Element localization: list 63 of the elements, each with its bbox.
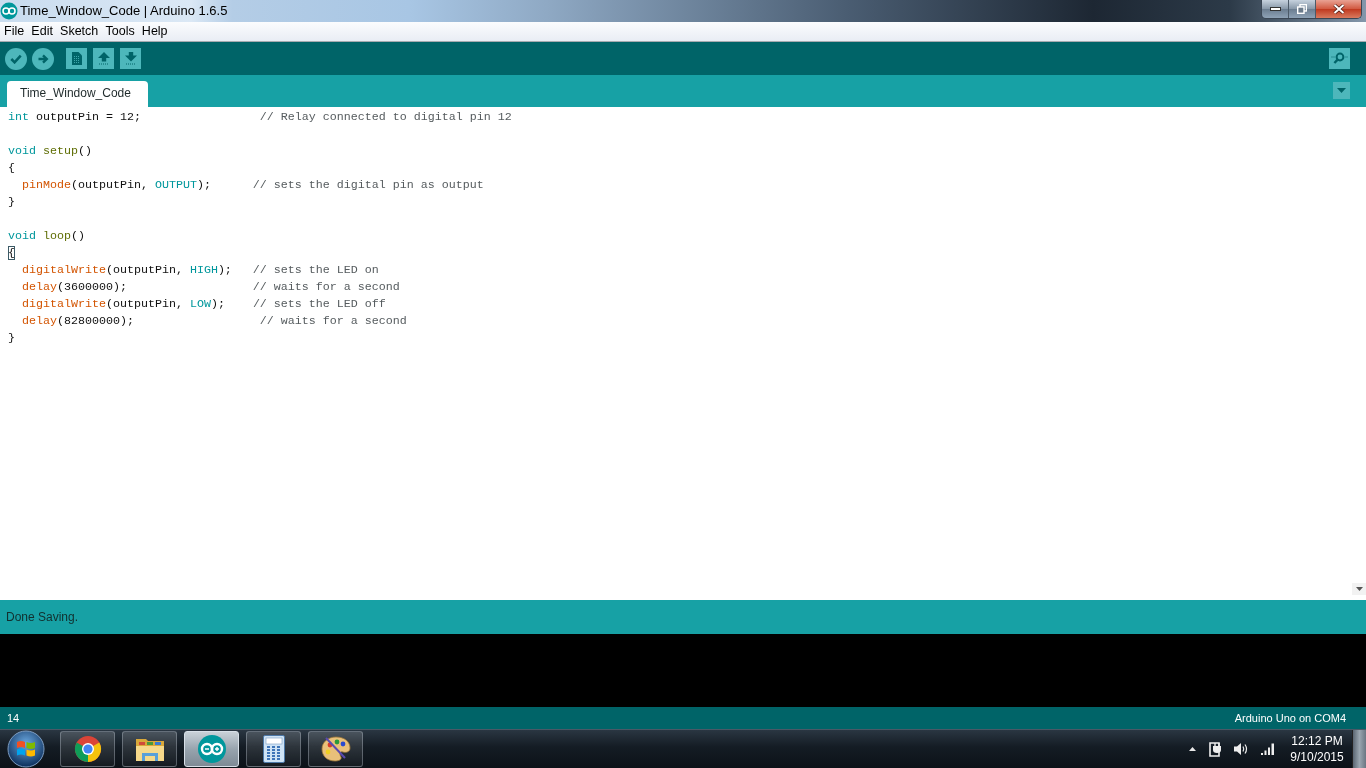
window-title: Time_Window_Code | Arduino 1.6.5 [20,2,228,20]
code-line: delay(82800000); // waits for a second [22,314,407,328]
calculator-icon [262,735,285,763]
browser-icon [73,735,102,763]
code-line: { [8,246,15,260]
checkmark-icon [10,53,22,64]
folder-icon [134,736,165,762]
upload-button[interactable] [32,47,54,70]
verify-button[interactable] [5,47,27,70]
code-line: delay(3600000); // waits for a second [22,280,400,294]
right-arrow-icon [37,53,49,64]
menu-item[interactable]: Help [138,22,172,41]
start-orb-icon [7,730,45,768]
save-button[interactable] [120,48,141,69]
code-line: digitalWrite(outputPin, LOW); // sets the LED off [22,297,386,311]
clock-date[interactable]: 9/10/2015 [1290,749,1344,765]
start-button[interactable] [7,730,45,768]
tab-menu-button[interactable] [1333,82,1350,99]
code-line: } [8,195,15,209]
code-line: digitalWrite(outputPin, HIGH); // sets the LED on [22,263,379,277]
menu-item[interactable]: Tools [101,22,139,41]
code-line: void loop() [8,229,85,243]
line-number: 14 [7,712,20,724]
menu-item[interactable]: Edit [27,22,57,41]
magnifier-icon [1331,52,1348,65]
infinity-logo-icon [196,734,227,764]
new-button[interactable] [66,48,87,69]
taskbar-button[interactable] [60,731,115,767]
code-line: } [8,331,15,345]
minimize-icon [1269,7,1281,11]
show-desktop-button[interactable] [1352,730,1366,768]
restore-button[interactable] [1289,0,1316,18]
down-caret-icon [1355,587,1363,591]
speaker-icon[interactable] [1234,742,1249,756]
code-line: { [8,161,15,175]
menu-item[interactable]: File [0,22,28,41]
restore-icon [1297,4,1307,14]
power-plug-icon[interactable] [1209,741,1222,757]
taskbar-button[interactable] [308,731,363,767]
tab[interactable]: Time_Window_Code [7,81,148,107]
caret-icon [1337,88,1346,93]
code-line: void setup() [8,144,92,158]
palette-icon [320,736,351,762]
close-button[interactable] [1316,0,1361,18]
open-button[interactable] [93,48,114,69]
taskbar-button[interactable] [122,731,177,767]
close-icon [1332,4,1345,14]
minimize-button[interactable] [1262,0,1289,18]
clock-time[interactable]: 12:12 PM [1291,733,1343,749]
down-arrow-icon [124,52,137,65]
scroll-down-button[interactable] [1352,583,1366,595]
serial-monitor-button[interactable] [1329,48,1350,69]
up-arrow-icon [97,52,110,65]
document-icon [71,52,82,65]
menu-item[interactable]: Sketch [56,22,102,41]
code-line: pinMode(outputPin, OUTPUT); // sets the digital pin as output [22,178,484,192]
up-triangle-icon [1188,747,1196,751]
code-line: int outputPin = 12; // Relay connected to digital pin 12 [8,110,512,124]
taskbar-button[interactable] [246,731,301,767]
infinity-logo-icon [0,2,18,20]
board-port-label: Arduino Uno on COM4 [1234,712,1346,724]
status-message: Done Saving. [6,610,79,624]
signal-bars-icon[interactable] [1261,743,1275,755]
